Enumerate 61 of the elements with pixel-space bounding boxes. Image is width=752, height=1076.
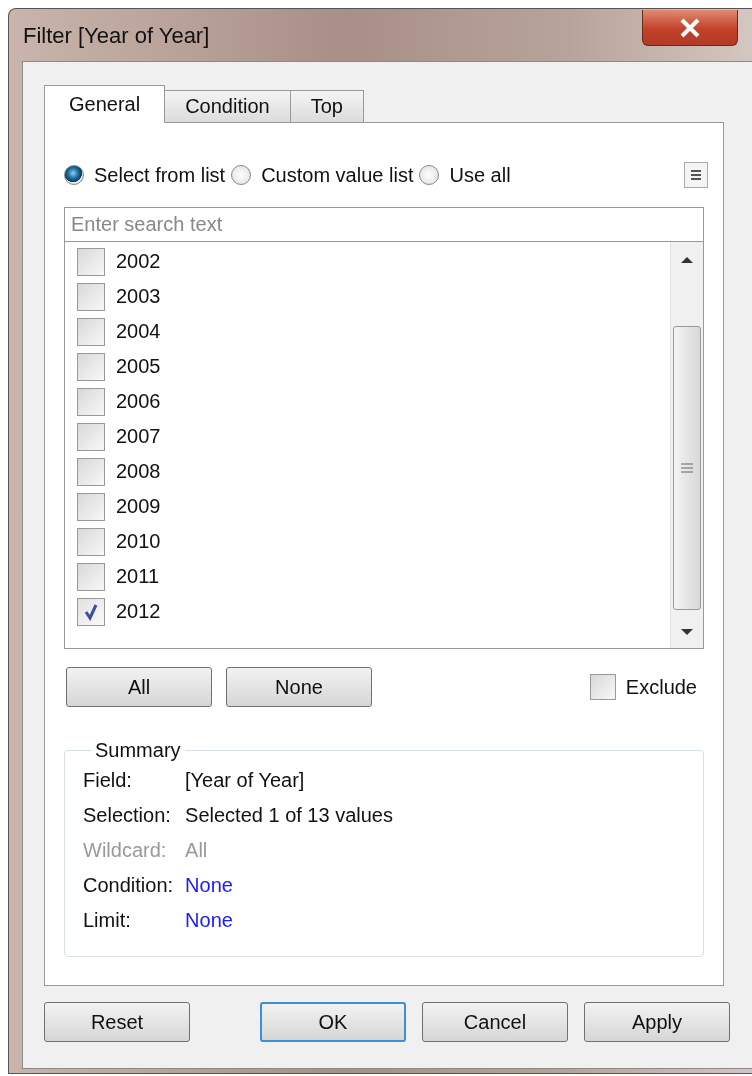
checkbox[interactable] (77, 527, 105, 556)
list-button[interactable]: None (226, 667, 372, 707)
summary-value: [Year of Year] (185, 768, 306, 792)
checkbox[interactable] (77, 317, 105, 346)
checkbox[interactable] (589, 674, 616, 700)
summary-value: Selected 1 of 13 values (185, 803, 394, 827)
radio-button[interactable] (64, 165, 84, 185)
grip-icon (680, 463, 694, 473)
checkbox[interactable] (77, 562, 105, 591)
dialog-button[interactable]: Reset (44, 1002, 190, 1042)
value-label[interactable]: 2008 (116, 460, 161, 483)
window-title: Filter [Year of Year] (23, 23, 210, 49)
value-label[interactable]: 2012 (116, 600, 161, 623)
summary-title: Summary (94, 739, 182, 762)
value-label[interactable]: 2004 (116, 320, 161, 343)
summary-link[interactable]: None (185, 873, 703, 897)
radio-label[interactable]: Select from list (94, 163, 226, 187)
summary-value: All (185, 838, 209, 862)
value-label[interactable]: 2003 (116, 285, 161, 308)
checkbox[interactable] (77, 387, 105, 416)
value-label[interactable]: 2009 (116, 495, 161, 518)
dialog-button[interactable]: OK (260, 1002, 406, 1042)
scrollbar[interactable] (670, 242, 703, 648)
check-icon (82, 602, 100, 621)
checkbox[interactable] (77, 352, 105, 381)
summary-label: Selection: (83, 803, 172, 827)
radio-label[interactable]: Use all (449, 163, 511, 187)
list-button[interactable]: All (66, 667, 212, 707)
value-label[interactable]: 2010 (116, 530, 161, 553)
checkbox[interactable] (77, 492, 105, 521)
tab[interactable]: Condition (164, 90, 291, 122)
checkbox[interactable] (77, 422, 105, 451)
close-icon (679, 17, 701, 38)
menu-icon (690, 169, 702, 181)
checkbox[interactable] (77, 282, 105, 311)
value-label[interactable]: 2007 (116, 425, 161, 448)
summary-link[interactable]: None (185, 908, 703, 932)
scroll-thumb[interactable] (673, 326, 701, 610)
dialog-button[interactable]: Apply (584, 1002, 730, 1042)
radio-label[interactable]: Custom value list (261, 163, 414, 187)
summary-label: Wildcard: (83, 838, 168, 862)
radio-button[interactable] (419, 165, 440, 185)
summary-label: Limit: (83, 908, 132, 932)
summary-label: Condition: (83, 873, 174, 897)
value-label[interactable]: 2011 (116, 565, 159, 588)
value-label[interactable]: 2002 (116, 250, 161, 273)
summary-label: Field: (83, 768, 133, 792)
value-label[interactable]: 2006 (116, 390, 161, 413)
exclude-label[interactable]: Exclude (625, 675, 697, 699)
checkbox[interactable] (77, 457, 105, 486)
value-label[interactable]: 2005 (116, 355, 161, 378)
tab[interactable]: Top (289, 90, 364, 122)
scroll-up-icon[interactable] (680, 256, 694, 264)
close-button[interactable] (642, 10, 738, 46)
radio-button[interactable] (231, 165, 252, 185)
scroll-down-icon[interactable] (680, 628, 694, 636)
tab[interactable]: General (44, 85, 166, 123)
menu-button[interactable] (684, 162, 708, 188)
checkbox[interactable] (77, 247, 105, 276)
dialog-button[interactable]: Cancel (422, 1002, 568, 1042)
checkbox[interactable] (77, 597, 105, 626)
